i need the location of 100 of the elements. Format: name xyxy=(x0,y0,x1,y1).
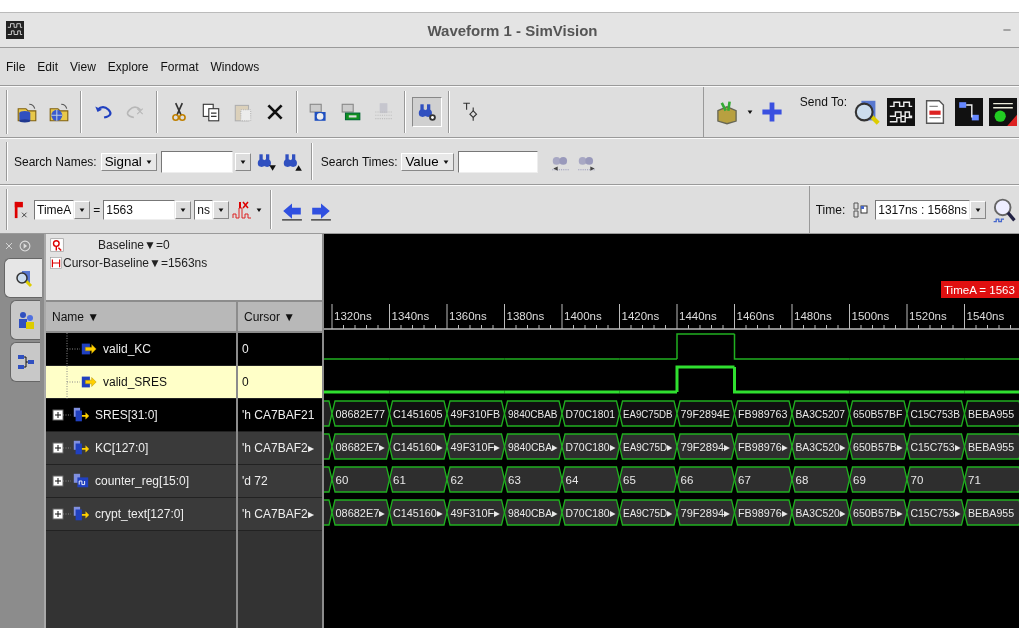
caret-icon xyxy=(179,205,188,214)
bus-value: 08682E77 xyxy=(331,400,391,427)
time-label: 1420ns xyxy=(621,310,660,322)
bus-value: 67 xyxy=(733,466,793,493)
bus-value: 79F2894▸ xyxy=(676,499,736,526)
bus-value: 08682E7▸ xyxy=(331,499,391,526)
cursor-marker[interactable]: TimeA = 1563 xyxy=(941,281,1019,298)
menu-item[interactable]: View xyxy=(70,57,96,76)
bus-value: C1451605 xyxy=(388,400,448,427)
menu-item[interactable]: Format xyxy=(160,57,199,76)
register-icon[interactable] xyxy=(989,98,1017,126)
bus-value: FB98976▸ xyxy=(733,433,793,460)
signal-list-icon[interactable] xyxy=(340,101,362,123)
caret-icon xyxy=(254,205,263,214)
send-to-label: Send To: xyxy=(799,95,847,109)
zoom-icon[interactable] xyxy=(991,196,1017,223)
value-dropdown[interactable]: Value xyxy=(401,152,454,171)
bus-value: C145160▸ xyxy=(388,499,448,526)
menu-item[interactable]: Explore xyxy=(107,57,149,76)
signal-row[interactable]: KC[127:0] xyxy=(46,432,236,465)
bus-value: FB98976▸ xyxy=(733,499,793,526)
signal-dropdown[interactable]: Signal xyxy=(100,152,157,171)
caret-icon xyxy=(974,205,982,214)
bus-value: 64 xyxy=(561,466,621,493)
bus-value: 9840CBAB xyxy=(503,400,565,427)
link-icon[interactable] xyxy=(850,199,871,220)
menu-item[interactable]: Windows xyxy=(210,57,260,76)
bus-value: C15C753▸ xyxy=(906,499,966,526)
bus-arrow-icon xyxy=(72,439,90,457)
signal-row[interactable]: counter_reg[15:0] xyxy=(46,465,236,498)
bus-segment xyxy=(324,499,333,526)
time-label: 1540ns xyxy=(966,310,1005,322)
folder-database-icon[interactable] xyxy=(16,101,38,123)
cursor-baseline-label[interactable]: Cursor-Baseline▼=1563ns xyxy=(63,256,208,270)
bus-value: D70C180▸ xyxy=(561,433,621,460)
dropdown-button[interactable] xyxy=(234,152,251,171)
cursor-time-field[interactable]: 1563 xyxy=(103,199,176,220)
bus-value: 79F2894▸ xyxy=(676,433,736,460)
bus-value: BA3C520▸ xyxy=(791,499,851,526)
bus-value: 63 xyxy=(503,466,563,493)
bus-value: BA3C5207 xyxy=(791,400,852,427)
bus-value: 66 xyxy=(676,466,736,493)
cursor-value: 0 xyxy=(238,333,322,366)
bus-value: 49F310F▸ xyxy=(446,499,506,526)
caret-icon xyxy=(238,157,247,166)
search-names-field[interactable] xyxy=(160,150,233,173)
bus-value: 49F310FB xyxy=(446,400,506,427)
time-unit-field[interactable]: ns xyxy=(194,199,213,220)
bus-value: C145160▸ xyxy=(388,433,448,460)
time-range-field[interactable]: 1317ns : 1568ns xyxy=(875,199,970,220)
menu-item[interactable]: File xyxy=(6,57,26,76)
caret-icon xyxy=(216,205,225,214)
schematic-icon[interactable] xyxy=(955,98,983,126)
bus-segment xyxy=(324,433,333,460)
bus-value: 79F2894E xyxy=(676,400,736,427)
cursor-value: 'h CA7BAF2▸ xyxy=(238,498,322,531)
cursor-name-field[interactable]: TimeA xyxy=(34,199,75,220)
magnifier-icon[interactable] xyxy=(853,98,881,126)
bus-value: BA3C520▸ xyxy=(791,433,851,460)
dropdown-button[interactable] xyxy=(74,200,91,219)
dropdown-button[interactable] xyxy=(175,200,192,219)
delta-icon[interactable] xyxy=(50,257,62,269)
bus-value: FB989763 xyxy=(733,400,793,427)
side-tab[interactable] xyxy=(10,300,40,340)
side-tab[interactable] xyxy=(10,342,40,382)
signal-row[interactable]: valid_KC xyxy=(46,333,236,366)
bus-value: D70C180▸ xyxy=(561,499,621,526)
bus-value: 650B57BF xyxy=(848,400,908,427)
signal-row[interactable]: valid_SRES xyxy=(46,366,236,399)
bus-value: C15C753▸ xyxy=(906,433,966,460)
baseline-icon[interactable] xyxy=(50,238,64,252)
bus-value: BEBA955 xyxy=(963,400,1019,427)
plus-icon[interactable] xyxy=(759,100,784,124)
column-header[interactable]: Cursor ▼ xyxy=(238,302,322,331)
signal-arrow-icon xyxy=(80,340,98,358)
waveform-icon[interactable] xyxy=(887,98,915,126)
menu-item[interactable]: Edit xyxy=(37,57,59,76)
signal-row[interactable]: SRES[31:0] xyxy=(46,399,236,432)
time-label: 1340ns xyxy=(391,310,430,322)
search-times-field[interactable] xyxy=(457,150,538,173)
bus-value: 71 xyxy=(963,466,1019,493)
bus-value: 61 xyxy=(388,466,448,493)
time-label: 1320ns xyxy=(334,310,372,322)
baseline-label[interactable]: Baseline▼=0 xyxy=(98,238,170,252)
caret-icon xyxy=(144,157,153,166)
folder-globe-icon[interactable] xyxy=(48,101,70,123)
column-header[interactable]: Name ▼ xyxy=(46,302,236,331)
dropdown-button[interactable] xyxy=(970,200,986,219)
time-label: 1400ns xyxy=(564,310,602,322)
signal-row[interactable]: crypt_text[127:0] xyxy=(46,498,236,531)
cursor-value: 'd 72 xyxy=(238,465,322,498)
app-icon xyxy=(6,21,24,39)
bus-arrow-icon xyxy=(72,406,90,424)
counter-icon xyxy=(72,472,90,490)
bus-value: C15C753B xyxy=(906,400,967,427)
delete-cursor-icon[interactable] xyxy=(231,199,252,220)
equals-label: = xyxy=(93,202,101,217)
binoculars-icon[interactable] xyxy=(416,101,438,123)
copy-icon[interactable] xyxy=(200,101,222,123)
side-tab[interactable] xyxy=(4,258,42,298)
